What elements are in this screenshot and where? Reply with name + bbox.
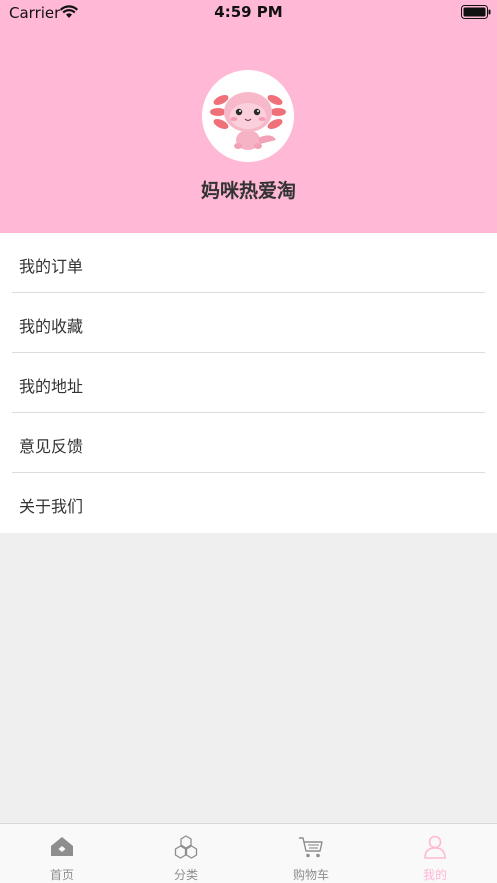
tab-label: 首页 <box>49 868 74 882</box>
tab-home[interactable]: 首页 <box>0 824 124 883</box>
menu-item-favorites[interactable]: 我的收藏 <box>12 293 485 353</box>
profile-menu: 我的订单 我的收藏 我的地址 意见反馈 关于我们 <box>0 233 497 533</box>
menu-item-label: 关于我们 <box>19 497 84 516</box>
menu-item-label: 我的收藏 <box>19 317 84 336</box>
tab-label: 购物车 <box>292 868 329 882</box>
tab-label: 分类 <box>173 868 198 882</box>
menu-item-addresses[interactable]: 我的地址 <box>12 353 485 413</box>
profile-header: Carrier 4:59 PM 妈咪热爱淘 <box>0 0 497 233</box>
profile-screen: Carrier 4:59 PM 妈咪热爱淘 我的订单 我的收藏 我的地址 意见反… <box>0 0 497 883</box>
category-icon <box>174 835 198 859</box>
menu-item-label: 意见反馈 <box>19 437 84 456</box>
status-bar: Carrier 4:59 PM <box>0 0 497 26</box>
menu-item-about[interactable]: 关于我们 <box>12 473 485 533</box>
status-time: 4:59 PM <box>214 3 283 21</box>
menu-item-orders[interactable]: 我的订单 <box>12 233 485 293</box>
avatar[interactable] <box>202 70 294 162</box>
tab-category[interactable]: 分类 <box>124 824 248 883</box>
menu-item-label: 我的订单 <box>19 257 84 276</box>
tab-bar: 首页 分类 购物车 我的 <box>0 823 497 883</box>
menu-item-label: 我的地址 <box>19 377 84 396</box>
cart-icon <box>299 837 323 858</box>
username: 妈咪热爱淘 <box>200 180 296 202</box>
battery-icon <box>461 5 491 19</box>
menu-item-feedback[interactable]: 意见反馈 <box>12 413 485 473</box>
tab-label: 我的 <box>422 868 447 882</box>
profile-icon <box>424 835 446 859</box>
home-icon <box>51 837 73 856</box>
tab-profile[interactable]: 我的 <box>373 824 497 883</box>
axolotl-avatar-icon <box>210 92 286 150</box>
tab-cart[interactable]: 购物车 <box>249 824 373 883</box>
